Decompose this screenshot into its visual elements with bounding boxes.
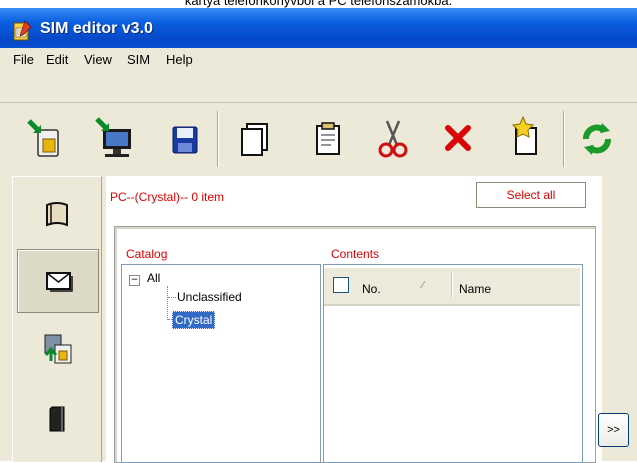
tree-connector	[167, 286, 168, 320]
delete-button[interactable]	[434, 113, 484, 165]
column-header-name[interactable]: Name	[459, 282, 491, 296]
tree-node-all[interactable]: All	[147, 271, 160, 285]
sim-card-icon	[49, 406, 65, 432]
nav-sim-card[interactable]	[17, 387, 97, 449]
status-label: PC--(Crystal)-- 0 item	[110, 190, 224, 204]
nav-phonebook[interactable]	[17, 183, 97, 245]
toolbar-separator	[563, 111, 564, 167]
select-all-checkbox[interactable]	[333, 277, 349, 293]
column-divider[interactable]	[451, 272, 452, 298]
refresh-icon	[583, 123, 611, 155]
pc-export-button[interactable]	[89, 113, 139, 165]
catalog-label: Catalog	[126, 247, 168, 261]
window-title: SIM editor v3.0	[40, 20, 153, 37]
menu-bar: File Edit View SIM Help	[0, 48, 637, 72]
transfer-icon	[44, 334, 72, 364]
copy-button[interactable]	[230, 113, 280, 165]
toolbar-separator	[217, 111, 218, 167]
menu-edit[interactable]: Edit	[46, 52, 68, 67]
toolbar-gap	[0, 72, 637, 102]
menu-file[interactable]: File	[13, 52, 34, 67]
tree-connector	[168, 297, 176, 298]
left-nav-panel	[12, 176, 102, 462]
sort-indicator-icon: ⁄	[422, 280, 424, 291]
sim-import-icon	[27, 119, 59, 157]
pc-export-icon	[95, 117, 131, 157]
expand-button[interactable]: >>	[598, 413, 629, 447]
save-button[interactable]	[159, 113, 209, 165]
sim-import-button[interactable]	[21, 113, 71, 165]
nav-transfer[interactable]	[17, 317, 97, 379]
select-all-button[interactable]: Select all	[476, 182, 586, 208]
save-icon	[172, 126, 198, 154]
tree-node-unclassified[interactable]: Unclassified	[177, 290, 242, 304]
menu-help[interactable]: Help	[166, 52, 193, 67]
menu-sim[interactable]: SIM	[127, 52, 150, 67]
delete-icon	[445, 125, 471, 151]
tree-node-crystal[interactable]: Crystal	[172, 311, 216, 329]
new-icon	[511, 115, 537, 155]
message-icon	[46, 272, 73, 292]
phonebook-icon	[46, 202, 68, 227]
caption-text: kártya telefonkönyvből a PC telefonszámo…	[184, 0, 453, 8]
toolbar	[0, 102, 637, 174]
paste-button[interactable]	[303, 113, 353, 165]
copy-icon	[241, 123, 268, 156]
nav-messages[interactable]	[17, 249, 99, 313]
app-icon	[11, 20, 33, 42]
tree-collapse-toggle[interactable]: −	[129, 275, 140, 286]
new-button[interactable]	[501, 113, 551, 165]
paste-icon	[316, 122, 340, 155]
contents-label: Contents	[331, 247, 380, 261]
refresh-button[interactable]	[572, 113, 622, 165]
menu-view[interactable]: View	[84, 52, 112, 67]
cut-button[interactable]	[367, 113, 417, 165]
cut-icon	[378, 120, 408, 158]
column-header-no[interactable]: No.	[362, 282, 381, 296]
